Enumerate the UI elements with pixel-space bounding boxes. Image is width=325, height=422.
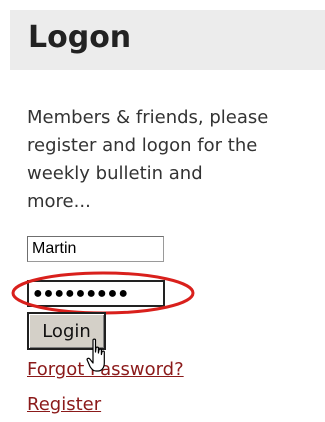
intro-line: more...: [27, 191, 91, 212]
login-button[interactable]: Login: [27, 312, 106, 350]
intro-line: register and logon for the: [27, 135, 258, 156]
intro-text: Members & friends, please register and l…: [27, 104, 325, 216]
logon-panel: Logon Members & friends, please register…: [0, 0, 325, 422]
intro-line: weekly bulletin and: [27, 163, 203, 184]
password-input[interactable]: [27, 280, 165, 307]
page-title: Logon: [28, 20, 132, 55]
register-link[interactable]: Register: [27, 393, 101, 417]
intro-line: Members & friends, please: [27, 107, 269, 128]
forgot-password-link[interactable]: Forgot Password?: [27, 358, 184, 382]
username-input[interactable]: [27, 236, 164, 262]
header-bar: Logon: [10, 10, 325, 70]
